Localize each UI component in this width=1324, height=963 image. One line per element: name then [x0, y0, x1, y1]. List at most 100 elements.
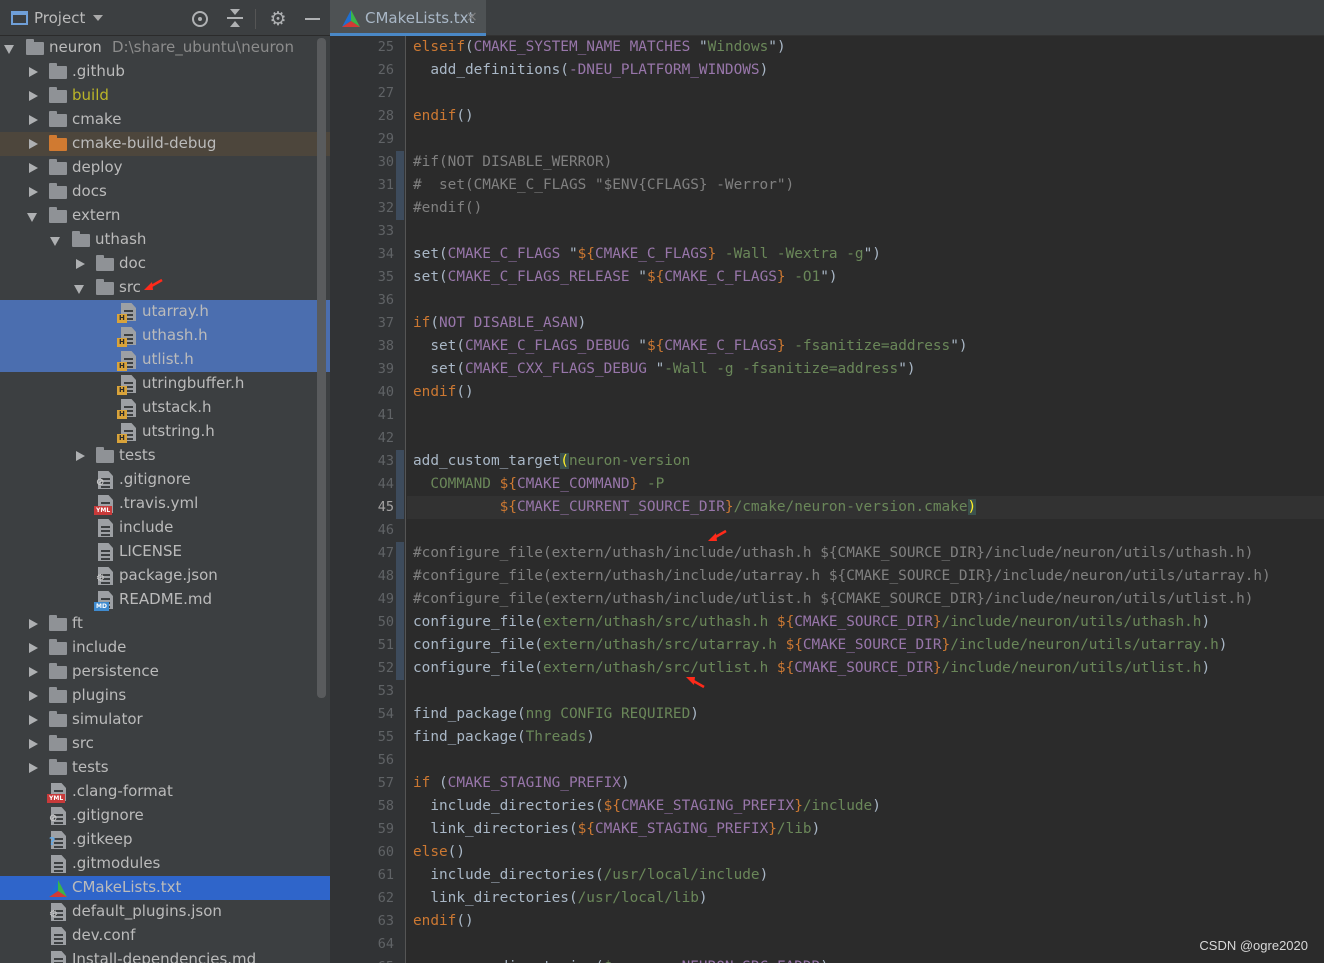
tree-item[interactable]: Hutringbuffer.h [0, 372, 330, 396]
code-line[interactable]: #if(NOT DISABLE_WERROR) [413, 151, 612, 174]
code-line[interactable]: set(CMAKE_CXX_FLAGS_DEBUG "-Wall -g -fsa… [413, 358, 915, 381]
code-line[interactable]: if(NOT DISABLE_ASAN) [413, 312, 586, 335]
code-line[interactable]: find_package(Threads) [413, 726, 595, 749]
tree-item[interactable]: cmake [0, 108, 330, 132]
code-line[interactable]: #endif() [413, 197, 482, 220]
tree-scrollbar[interactable] [317, 38, 326, 698]
code-line[interactable]: endif() [413, 910, 474, 933]
hide-panel-icon[interactable] [303, 9, 323, 29]
chevron-right-icon[interactable] [29, 187, 38, 197]
tree-item[interactable]: dev.conf [0, 924, 330, 948]
tree-item[interactable]: include [0, 516, 330, 540]
chevron-right-icon[interactable] [29, 67, 38, 77]
code-line[interactable]: find_package(nng CONFIG REQUIRED) [413, 703, 699, 726]
tree-item[interactable]: src [0, 276, 330, 300]
tree-item[interactable]: ⚙ default_plugins.json [0, 900, 330, 924]
tree-item[interactable]: ⊘ .gitignore [0, 468, 330, 492]
code-line[interactable]: add_custom_target(neuron-version [413, 450, 690, 473]
code-line[interactable]: directories($ NEURON_SRC_FADDR) [413, 956, 829, 963]
code-line[interactable]: include_directories(${CMAKE_STAGING_PREF… [413, 795, 881, 818]
tree-item[interactable]: uthash [0, 228, 330, 252]
code-line[interactable]: #configure_file(extern/uthash/include/ut… [413, 565, 1271, 588]
tree-item[interactable]: docs [0, 180, 330, 204]
tree-item[interactable]: simulator [0, 708, 330, 732]
code-line[interactable]: link_directories(/usr/local/lib) [413, 887, 707, 910]
gear-icon[interactable]: ⚙ [268, 9, 288, 29]
chevron-down-icon[interactable] [4, 45, 14, 54]
tree-item[interactable]: Hutstring.h [0, 420, 330, 444]
code-line[interactable]: set(CMAKE_C_FLAGS_DEBUG "${CMAKE_C_FLAGS… [413, 335, 967, 358]
chevron-right-icon[interactable] [29, 163, 38, 173]
locate-file-icon[interactable] [190, 9, 210, 29]
vcs-change-marker[interactable] [396, 151, 404, 220]
chevron-right-icon[interactable] [29, 739, 38, 749]
close-icon[interactable]: × [466, 9, 478, 25]
chevron-right-icon[interactable] [29, 667, 38, 677]
tree-item[interactable]: .gitmodules [0, 852, 330, 876]
code-line[interactable]: link_directories(${CMAKE_STAGING_PREFIX}… [413, 818, 820, 841]
tree-item[interactable]: tests [0, 444, 330, 468]
chevron-down-icon[interactable] [74, 285, 84, 294]
code-line[interactable]: #configure_file(extern/uthash/include/ut… [413, 588, 1253, 611]
tree-item[interactable]: plugins [0, 684, 330, 708]
tree-item[interactable]: YML .clang-format [0, 780, 330, 804]
tree-item[interactable]: deploy [0, 156, 330, 180]
chevron-right-icon[interactable] [29, 715, 38, 725]
tree-item[interactable]: ⊘ .gitignore [0, 804, 330, 828]
tree-item[interactable]: ft [0, 612, 330, 636]
tree-item[interactable]: cmake-build-debug [0, 132, 330, 156]
tree-item[interactable]: .github [0, 60, 330, 84]
chevron-right-icon[interactable] [76, 259, 85, 269]
chevron-down-icon[interactable] [27, 213, 37, 222]
code-line[interactable]: else() [413, 841, 465, 864]
tree-item[interactable]: ? .gitkeep [0, 828, 330, 852]
code-line[interactable]: if (CMAKE_STAGING_PREFIX) [413, 772, 630, 795]
tree-item[interactable]: neuron D:\share_ubuntu\neuron [0, 36, 330, 60]
code-line[interactable]: #configure_file(extern/uthash/include/ut… [413, 542, 1253, 565]
tree-item[interactable]: Hutarray.h [0, 300, 330, 324]
tree-item[interactable]: persistence [0, 660, 330, 684]
code-line[interactable]: configure_file(extern/uthash/src/utarray… [413, 634, 1227, 657]
code-line[interactable]: include_directories(/usr/local/include) [413, 864, 768, 887]
tree-item[interactable]: Hutstack.h [0, 396, 330, 420]
code-line[interactable]: configure_file(extern/uthash/src/uthash.… [413, 611, 1210, 634]
chevron-right-icon[interactable] [29, 139, 38, 149]
collapse-all-icon[interactable] [225, 9, 245, 29]
tree-item[interactable]: YML .travis.yml [0, 492, 330, 516]
tree-item[interactable]: tests [0, 756, 330, 780]
chevron-right-icon[interactable] [29, 643, 38, 653]
chevron-right-icon[interactable] [29, 619, 38, 629]
tree-item[interactable]: Install-dependencies.md [0, 948, 330, 963]
code-line[interactable]: set(CMAKE_C_FLAGS "${CMAKE_C_FLAGS} -Wal… [413, 243, 881, 266]
chevron-down-icon[interactable] [50, 237, 60, 246]
chevron-down-icon[interactable] [93, 15, 103, 21]
vcs-change-marker[interactable] [396, 450, 404, 519]
code-line[interactable]: endif() [413, 381, 474, 404]
chevron-right-icon[interactable] [76, 451, 85, 461]
tree-item[interactable]: extern [0, 204, 330, 228]
vcs-change-marker[interactable] [396, 542, 404, 680]
tree-item[interactable]: ⚙ package.json [0, 564, 330, 588]
chevron-right-icon[interactable] [29, 91, 38, 101]
code-line[interactable]: # set(CMAKE_C_FLAGS "$ENV{CFLAGS} -Werro… [413, 174, 794, 197]
chevron-right-icon[interactable] [29, 115, 38, 125]
code-area[interactable]: elseif(CMAKE_SYSTEM_NAME MATCHES "Window… [407, 36, 1324, 963]
code-line[interactable]: set(CMAKE_C_FLAGS_RELEASE "${CMAKE_C_FLA… [413, 266, 838, 289]
tab-cmakelists[interactable]: CMakeLists.txt × [330, 0, 486, 36]
chevron-right-icon[interactable] [29, 691, 38, 701]
code-line[interactable]: COMMAND ${CMAKE_COMMAND} -P [413, 473, 664, 496]
code-line[interactable]: elseif(CMAKE_SYSTEM_NAME MATCHES "Window… [413, 36, 786, 59]
tree-item[interactable]: CMakeLists.txt [0, 876, 330, 900]
tree-item[interactable]: src [0, 732, 330, 756]
tree-item[interactable]: build [0, 84, 330, 108]
tree-item[interactable]: Huthash.h [0, 324, 330, 348]
tree-item[interactable]: LICENSE [0, 540, 330, 564]
tree-item[interactable]: Hutlist.h [0, 348, 330, 372]
chevron-right-icon[interactable] [29, 763, 38, 773]
project-view-selector[interactable]: Project [34, 9, 85, 27]
tree-item[interactable]: include [0, 636, 330, 660]
code-line[interactable]: ${CMAKE_CURRENT_SOURCE_DIR}/cmake/neuron… [413, 496, 977, 519]
code-line[interactable]: configure_file(extern/uthash/src/utlist.… [413, 657, 1210, 680]
code-line[interactable]: add_definitions(-DNEU_PLATFORM_WINDOWS) [413, 59, 768, 82]
tree-item[interactable]: doc [0, 252, 330, 276]
